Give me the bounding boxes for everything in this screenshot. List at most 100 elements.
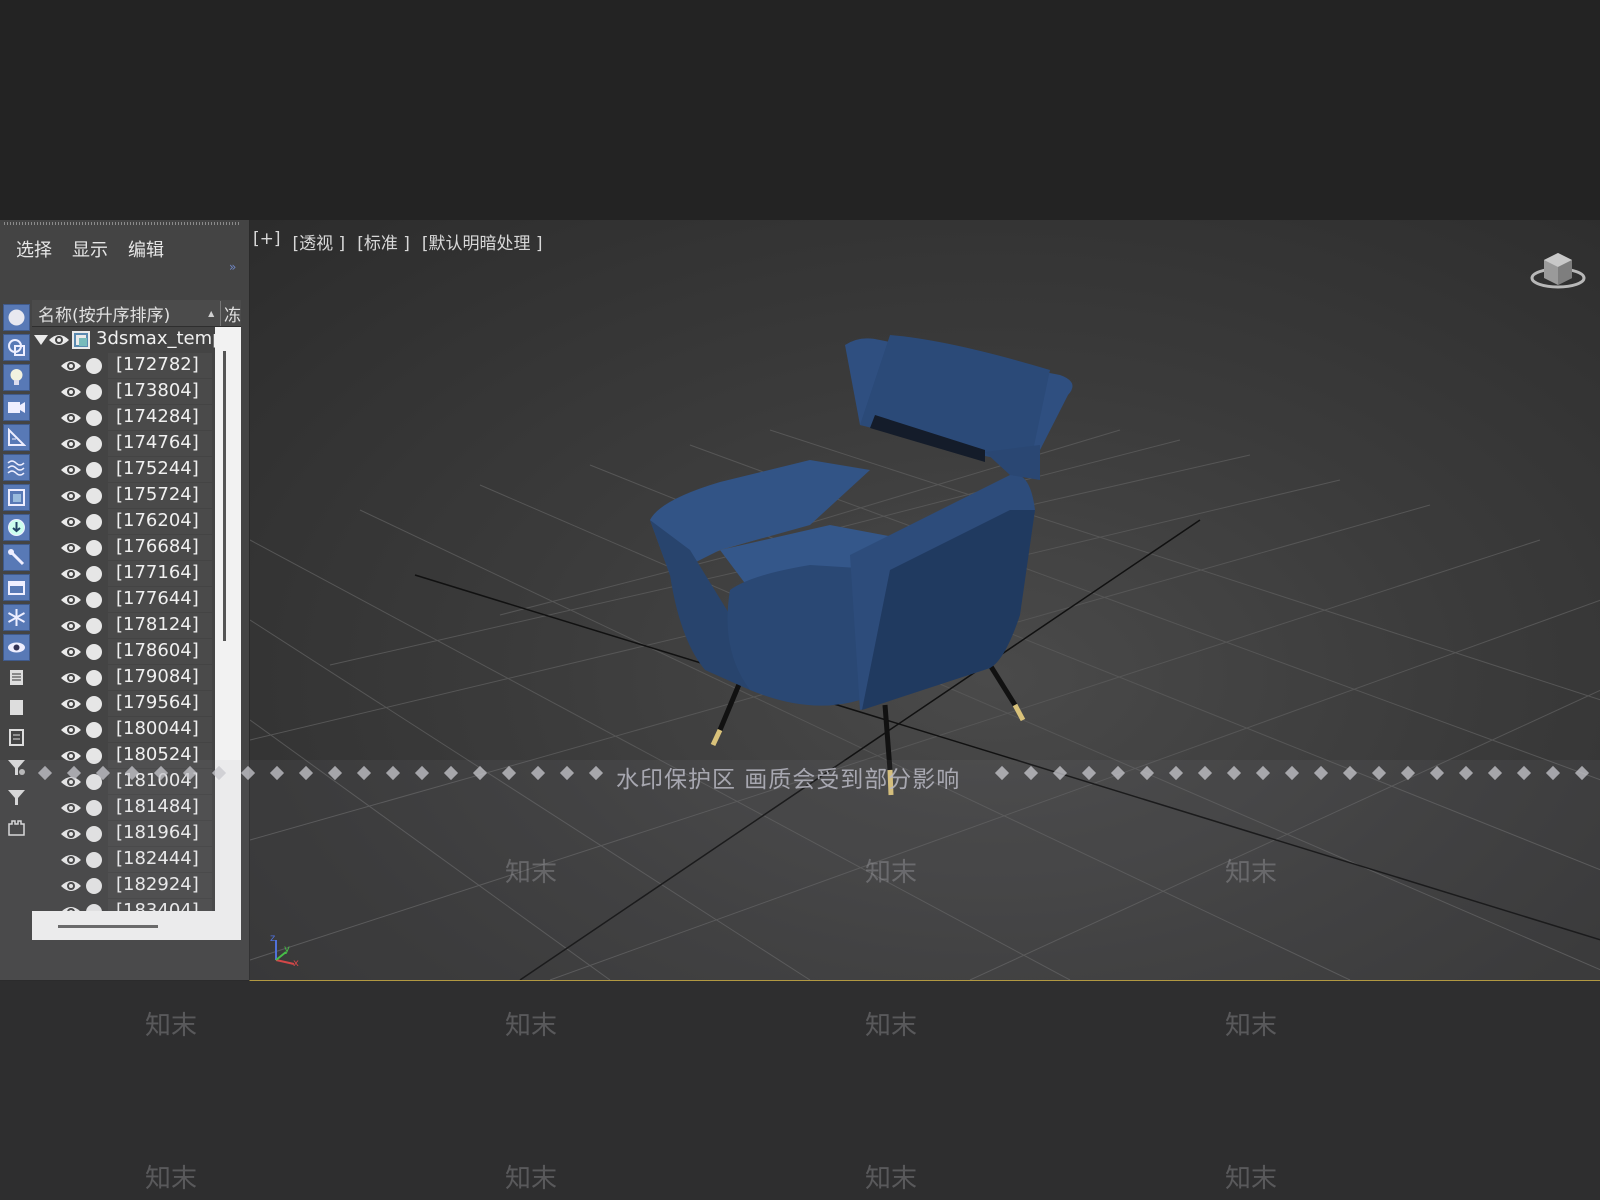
list-item[interactable]: [174284] xyxy=(32,405,215,431)
list-item[interactable]: [174764] xyxy=(32,431,215,457)
light-filter-icon[interactable] xyxy=(3,364,30,391)
list-item[interactable]: [179564] xyxy=(32,691,215,717)
frozen-filter-icon[interactable] xyxy=(3,604,30,631)
render-toggle-icon[interactable] xyxy=(86,384,102,400)
list-item[interactable]: [175244] xyxy=(32,457,215,483)
viewport-menu-plus[interactable]: [+] xyxy=(253,229,281,254)
container-filter-icon[interactable] xyxy=(3,574,30,601)
visibility-eye-icon[interactable] xyxy=(60,436,82,452)
list-item[interactable]: [178124] xyxy=(32,613,215,639)
visibility-eye-icon[interactable] xyxy=(60,566,82,582)
visibility-eye-icon[interactable] xyxy=(60,670,82,686)
list-item[interactable]: [179084] xyxy=(32,665,215,691)
render-toggle-icon[interactable] xyxy=(86,878,102,894)
expand-chevron-icon[interactable]: » xyxy=(229,261,236,273)
viewport-point-of-view[interactable]: [透视 ] xyxy=(293,229,346,254)
filter-icon[interactable] xyxy=(3,784,30,811)
scrollbar-thumb[interactable] xyxy=(223,351,226,641)
filter-settings-icon[interactable] xyxy=(3,754,30,781)
render-toggle-icon[interactable] xyxy=(86,852,102,868)
list-invert-icon[interactable] xyxy=(3,724,30,751)
geometry-filter-icon[interactable] xyxy=(3,304,30,331)
list-item[interactable]: [177164] xyxy=(32,561,215,587)
list-item[interactable]: [177644] xyxy=(32,587,215,613)
viewcube-icon[interactable] xyxy=(1530,248,1586,292)
render-toggle-icon[interactable] xyxy=(86,514,102,530)
render-toggle-icon[interactable] xyxy=(86,826,102,842)
visibility-eye-icon[interactable] xyxy=(60,722,82,738)
list-item[interactable]: [182924] xyxy=(32,873,215,899)
list-all-icon[interactable] xyxy=(3,664,30,691)
group-filter-icon[interactable] xyxy=(3,484,30,511)
menu-edit[interactable]: 编辑 xyxy=(128,236,164,262)
list-none-icon[interactable] xyxy=(3,694,30,721)
panel-grip[interactable] xyxy=(4,222,240,225)
viewport-standard[interactable]: [标准 ] xyxy=(357,229,410,254)
menu-select[interactable]: 选择 xyxy=(16,236,52,262)
shape-filter-icon[interactable] xyxy=(3,334,30,361)
render-toggle-icon[interactable] xyxy=(86,722,102,738)
visibility-eye-icon[interactable] xyxy=(48,332,70,348)
render-toggle-icon[interactable] xyxy=(86,540,102,556)
visibility-eye-icon[interactable] xyxy=(60,410,82,426)
list-item[interactable]: [172782] xyxy=(32,353,215,379)
visibility-eye-icon[interactable] xyxy=(60,384,82,400)
render-toggle-icon[interactable] xyxy=(86,488,102,504)
render-toggle-icon[interactable] xyxy=(86,566,102,582)
render-toggle-icon[interactable] xyxy=(86,644,102,660)
list-item[interactable]: [181004] xyxy=(32,769,215,795)
list-item[interactable]: [183404] xyxy=(32,899,215,911)
visibility-eye-icon[interactable] xyxy=(60,514,82,530)
spacewarp-filter-icon[interactable] xyxy=(3,454,30,481)
visibility-eye-icon[interactable] xyxy=(60,358,82,374)
bone-filter-icon[interactable] xyxy=(3,544,30,571)
render-toggle-icon[interactable] xyxy=(86,436,102,452)
render-toggle-icon[interactable] xyxy=(86,592,102,608)
list-item[interactable]: [173804] xyxy=(32,379,215,405)
visibility-eye-icon[interactable] xyxy=(60,852,82,868)
list-item[interactable]: [181964] xyxy=(32,821,215,847)
render-toggle-icon[interactable] xyxy=(86,800,102,816)
visibility-eye-icon[interactable] xyxy=(60,748,82,764)
column-header-name[interactable]: 名称(按升序排序) xyxy=(32,301,208,326)
horizontal-scrollbar[interactable] xyxy=(32,911,241,940)
render-toggle-icon[interactable] xyxy=(86,358,102,374)
collapse-triangle-icon[interactable] xyxy=(34,334,48,346)
render-toggle-icon[interactable] xyxy=(86,462,102,478)
visibility-eye-icon[interactable] xyxy=(60,878,82,894)
visibility-eye-icon[interactable] xyxy=(60,618,82,634)
render-toggle-icon[interactable] xyxy=(86,618,102,634)
visibility-eye-icon[interactable] xyxy=(60,540,82,556)
visibility-eye-icon[interactable] xyxy=(60,644,82,660)
column-header-freeze[interactable]: 冻 xyxy=(220,300,241,326)
armchair-model[interactable] xyxy=(650,335,1073,796)
render-toggle-icon[interactable] xyxy=(86,774,102,790)
visibility-eye-icon[interactable] xyxy=(60,696,82,712)
render-toggle-icon[interactable] xyxy=(86,410,102,426)
perspective-viewport[interactable]: [+] [透视 ] [标准 ] [默认明暗处理 ] z y x xyxy=(249,220,1600,981)
list-item[interactable]: [175724] xyxy=(32,483,215,509)
scrollbar-thumb[interactable] xyxy=(58,925,158,928)
helper-filter-icon[interactable] xyxy=(3,424,30,451)
vertical-scrollbar[interactable] xyxy=(215,327,241,911)
render-toggle-icon[interactable] xyxy=(86,904,102,911)
visibility-eye-icon[interactable] xyxy=(60,592,82,608)
list-item[interactable]: [176684] xyxy=(32,535,215,561)
visibility-eye-icon[interactable] xyxy=(60,462,82,478)
render-toggle-icon[interactable] xyxy=(86,748,102,764)
render-toggle-icon[interactable] xyxy=(86,696,102,712)
layer-icon[interactable] xyxy=(3,814,30,841)
visibility-eye-icon[interactable] xyxy=(60,904,82,911)
list-item[interactable]: [180044] xyxy=(32,717,215,743)
visibility-eye-icon[interactable] xyxy=(60,488,82,504)
list-item[interactable]: [182444] xyxy=(32,847,215,873)
hidden-filter-icon[interactable] xyxy=(3,634,30,661)
xref-filter-icon[interactable] xyxy=(3,514,30,541)
visibility-eye-icon[interactable] xyxy=(60,774,82,790)
list-item[interactable]: [176204] xyxy=(32,509,215,535)
list-item[interactable]: [181484] xyxy=(32,795,215,821)
menu-display[interactable]: 显示 xyxy=(72,236,108,262)
list-item[interactable]: [178604] xyxy=(32,639,215,665)
list-item[interactable]: [180524] xyxy=(32,743,215,769)
visibility-eye-icon[interactable] xyxy=(60,826,82,842)
